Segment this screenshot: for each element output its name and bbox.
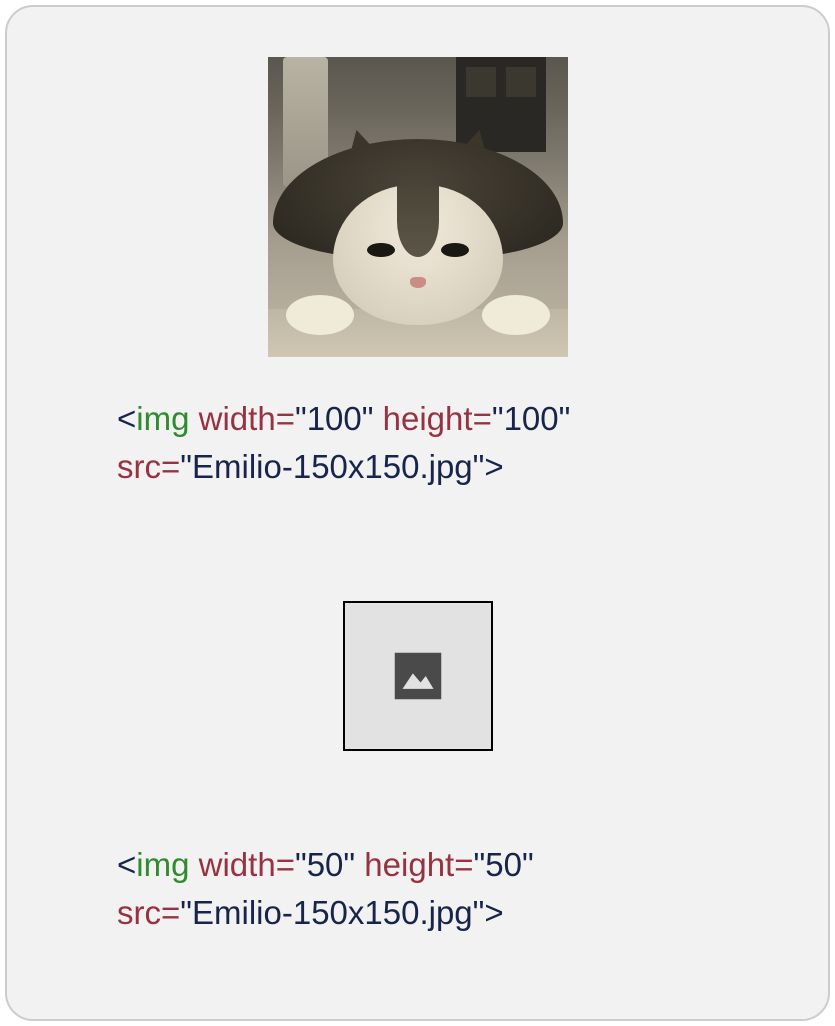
- code-snippet-1: <img width="100" height="100"src="Emilio…: [67, 395, 768, 491]
- code-token: 100: [504, 400, 559, 437]
- code-token: [189, 400, 198, 437]
- code-token: src: [117, 894, 161, 931]
- code-token: ": [295, 400, 307, 437]
- code-token: <: [117, 400, 136, 437]
- code-token: ": [522, 846, 534, 883]
- code-token: ": [343, 846, 355, 883]
- code-token: ": [180, 448, 192, 485]
- code-token: width: [199, 400, 276, 437]
- code-token: height: [383, 400, 473, 437]
- code-token: src: [117, 448, 161, 485]
- code-token: ": [492, 400, 504, 437]
- broken-image-placeholder: [343, 601, 493, 751]
- code-token: [355, 846, 364, 883]
- code-token: ": [473, 894, 485, 931]
- code-token: 100: [307, 400, 362, 437]
- code-token: [189, 846, 198, 883]
- code-token: width: [199, 846, 276, 883]
- code-token: 50: [307, 846, 344, 883]
- code-token: =: [276, 400, 295, 437]
- example-card: <img width="100" height="100"src="Emilio…: [5, 5, 830, 1021]
- code-token: =: [161, 448, 180, 485]
- code-token: img: [136, 846, 189, 883]
- code-token: ": [559, 400, 571, 437]
- code-token: ": [295, 846, 307, 883]
- code-token: Emilio-150x150.jpg: [192, 894, 473, 931]
- image-placeholder-icon: [387, 645, 449, 707]
- code-token: ": [474, 846, 486, 883]
- code-token: =: [276, 846, 295, 883]
- code-snippet-2: <img width="50" height="50"src="Emilio-1…: [67, 841, 768, 937]
- code-token: =: [454, 846, 473, 883]
- code-token: 50: [485, 846, 522, 883]
- code-token: ": [473, 448, 485, 485]
- code-token: ": [180, 894, 192, 931]
- code-token: [373, 400, 382, 437]
- code-token: >: [484, 894, 503, 931]
- code-token: =: [473, 400, 492, 437]
- code-token: ": [362, 400, 374, 437]
- code-token: height: [364, 846, 454, 883]
- cat-photo: [268, 57, 568, 357]
- code-token: Emilio-150x150.jpg: [192, 448, 473, 485]
- code-token: >: [484, 448, 503, 485]
- code-token: img: [136, 400, 189, 437]
- code-token: =: [161, 894, 180, 931]
- code-token: <: [117, 846, 136, 883]
